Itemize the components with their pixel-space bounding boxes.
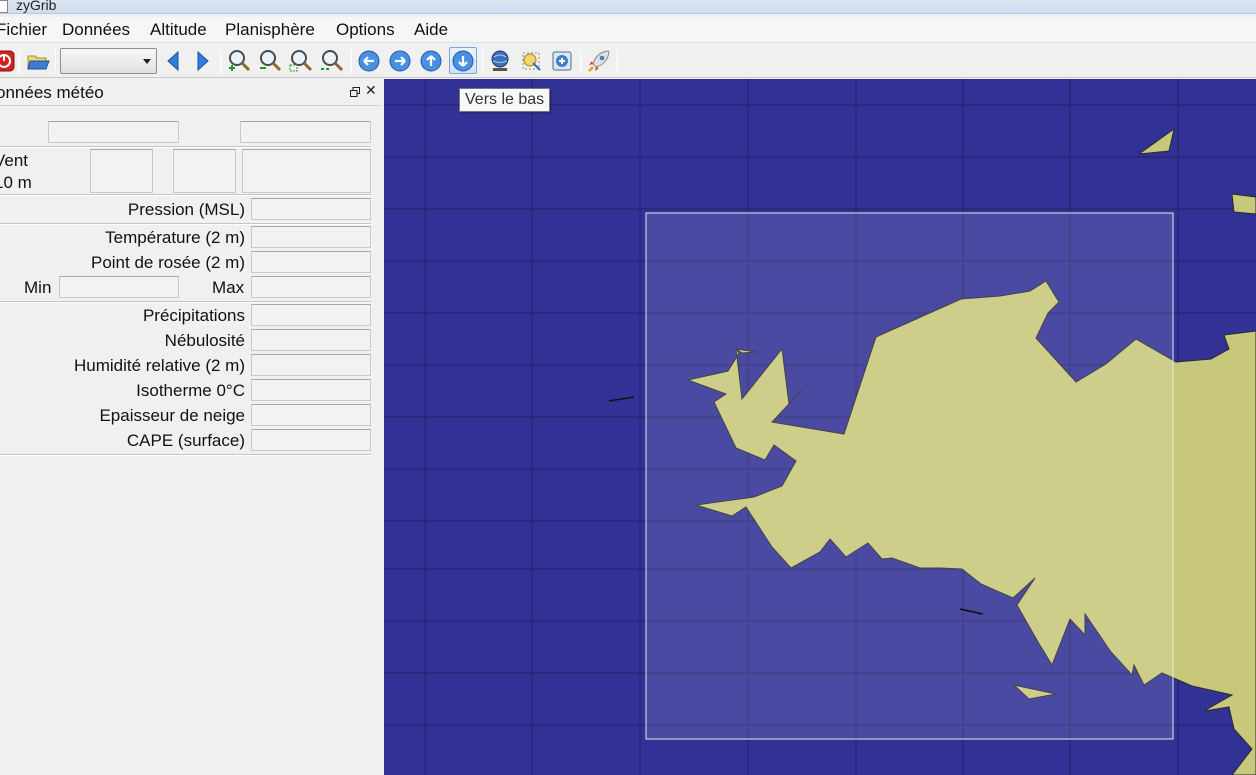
zoom-in-button[interactable] [227, 49, 251, 73]
zoom-selection-icon [289, 50, 313, 72]
wind-height-label: 10 m [0, 173, 32, 192]
humidity-label: Humidité relative (2 m) [74, 356, 245, 375]
download-grib-icon [491, 50, 509, 71]
menu-bar: Fichier Données Altitude Planisphère Opt… [0, 17, 1256, 43]
menu-fichier[interactable]: Fichier [0, 20, 47, 40]
divider [0, 454, 371, 456]
snow-depth-label: Epaisseur de neige [99, 406, 245, 425]
next-date-icon [197, 50, 209, 72]
download-zone-icon [522, 52, 541, 71]
max-label: Max [212, 278, 245, 297]
precipitation-field [251, 304, 371, 326]
toolbar-separator [482, 49, 483, 73]
close-icon[interactable]: ✕ [365, 83, 377, 97]
temperature-field [251, 226, 371, 248]
chevron-down-icon [143, 59, 151, 64]
menu-options[interactable]: Options [336, 20, 395, 40]
zoom-all-icon [321, 50, 344, 72]
pressure-field [251, 198, 371, 220]
toolbar-separator [55, 49, 56, 73]
zoom-selection-button[interactable] [289, 49, 313, 73]
quit-icon [0, 50, 15, 72]
zoom-in-icon [229, 50, 251, 72]
wind-speed-field [90, 149, 153, 193]
zoom-all-button[interactable] [320, 49, 344, 73]
move-down-button[interactable] [449, 47, 477, 74]
move-right-icon [389, 50, 411, 72]
move-down-icon [452, 50, 474, 71]
move-right-button[interactable] [388, 49, 412, 73]
toolbar-separator [220, 49, 221, 73]
divider [0, 146, 371, 148]
zoom-out-icon [260, 50, 282, 72]
open-file-button[interactable] [26, 49, 50, 73]
toolbar-separator [580, 49, 581, 73]
previous-date-button[interactable] [161, 49, 185, 73]
humidity-field [251, 354, 371, 376]
app-window: zyGrib Fichier Données Altitude Planisph… [0, 0, 1256, 775]
server-status-icon [552, 51, 572, 71]
title-bar: zyGrib [0, 0, 1256, 14]
menu-aide[interactable]: Aide [414, 20, 448, 40]
coast-north [1231, 193, 1256, 215]
toolbar [0, 44, 1256, 78]
cape-field [251, 429, 371, 451]
dewpoint-label: Point de rosée (2 m) [90, 253, 245, 272]
map-view[interactable] [384, 79, 1256, 775]
app-icon [0, 0, 8, 13]
wind-arrow-field [242, 149, 371, 193]
menu-altitude[interactable]: Altitude [150, 20, 207, 40]
toolbar-separator [351, 49, 352, 73]
move-up-button[interactable] [419, 49, 443, 73]
cloud-cover-label: Nébulosité [164, 331, 245, 350]
server-status-button[interactable] [550, 49, 574, 73]
window-title: zyGrib [16, 0, 57, 13]
dewpoint-field [251, 251, 371, 273]
min-temperature-field [59, 276, 179, 298]
date-select[interactable] [60, 48, 157, 74]
wind-label: Vent [0, 151, 29, 170]
divider [0, 194, 371, 196]
snow-depth-field [251, 404, 371, 426]
move-left-button[interactable] [357, 49, 381, 73]
precipitation-label: Précipitations [142, 306, 245, 325]
wind-direction-field [173, 149, 236, 193]
pressure-label: Pression (MSL) [127, 200, 245, 219]
tooltip: Vers le bas [459, 88, 551, 112]
download-zone-button[interactable] [519, 49, 543, 73]
selection-zone[interactable] [645, 212, 1174, 740]
panel-header: onnées météo ✕ [0, 79, 380, 106]
cape-label: CAPE (surface) [126, 431, 245, 450]
float-icon[interactable] [350, 87, 360, 97]
toolbar-separator [19, 49, 20, 73]
divider [0, 223, 371, 225]
rocket-button[interactable] [586, 49, 610, 73]
previous-date-icon [167, 50, 179, 72]
max-temperature-field [251, 276, 371, 298]
move-up-icon [420, 50, 442, 72]
download-grib-button[interactable] [488, 49, 512, 73]
zoom-out-button[interactable] [258, 49, 282, 73]
quit-button[interactable] [0, 49, 16, 73]
panel-title: onnées météo [0, 83, 104, 102]
map-canvas[interactable] [384, 79, 1256, 775]
menu-donnees[interactable]: Données [62, 20, 130, 40]
position-field-2 [240, 121, 371, 143]
min-label: Min [24, 278, 52, 297]
move-left-icon [358, 50, 380, 72]
open-file-icon [27, 55, 50, 70]
weather-data-panel: onnées météo ✕ Vent 10 m Pression (MSL) … [0, 79, 383, 775]
isotherm-field [251, 379, 371, 401]
divider [0, 301, 371, 303]
cloud-cover-field [251, 329, 371, 351]
isotherm-label: Isotherme 0°C [136, 381, 245, 400]
rocket-icon [588, 50, 610, 72]
position-field [48, 121, 179, 143]
menu-planisphere[interactable]: Planisphère [225, 20, 315, 40]
next-date-button[interactable] [191, 49, 215, 73]
toolbar-separator [617, 49, 618, 73]
temperature-label: Température (2 m) [105, 228, 245, 247]
